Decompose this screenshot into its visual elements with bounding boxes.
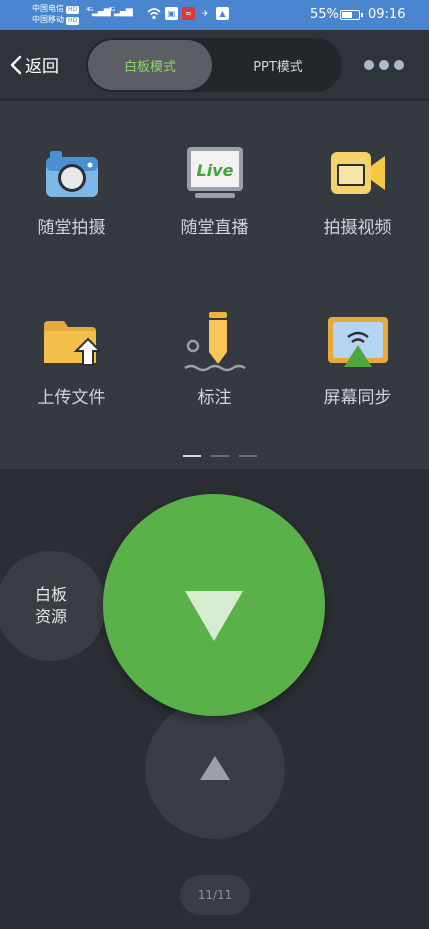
back-button[interactable]: 返回 [10, 52, 59, 77]
signal-icon: ⁴ᴳ▂▄▆ [86, 7, 111, 17]
tool-panel: 随堂拍摄 Live 随堂直播 拍摄视频 上传文件 标注 屏幕同步 [0, 101, 429, 469]
tool-label: 随堂直播 [180, 218, 249, 238]
live-text: Live [196, 161, 233, 180]
tool-label: 屏幕同步 [323, 388, 392, 408]
wifi-icon [147, 8, 161, 20]
battery-icon [340, 10, 363, 20]
resource-label-line2: 资源 [34, 607, 67, 626]
tool-capture-photo[interactable]: 随堂拍摄 [0, 143, 143, 238]
battery-level [342, 12, 352, 18]
pen-annotate-icon [180, 312, 250, 373]
app-notification-icon: ▣ [165, 7, 178, 20]
resource-label-line1: 白板 [34, 585, 67, 604]
screen-cast-icon [323, 313, 393, 373]
more-options-button[interactable] [364, 60, 404, 70]
triangle-up-icon [200, 756, 230, 780]
tool-label: 拍摄视频 [323, 218, 392, 238]
top-bar: 返回 白板模式 PPT模式 [0, 30, 429, 100]
hd-badge: HD [66, 17, 80, 25]
carrier-info: 中国电信 HD 中国移动 HD [32, 3, 80, 25]
carrier-1: 中国电信 [32, 4, 64, 13]
tool-label: 上传文件 [37, 388, 106, 408]
app-notification-icon: ✈ [202, 9, 209, 18]
triangle-down-icon [185, 591, 243, 641]
page-dot [239, 455, 257, 457]
status-bar: 中国电信 HD 中国移动 HD ⁴ᴳ▂▄▆ ⁴ᴳ▂▄▆ ▣ ≈ ✈ ▲ 55% 09… [0, 0, 429, 30]
carrier-2: 中国移动 [32, 15, 64, 24]
tool-screen-sync[interactable]: 屏幕同步 [286, 313, 429, 408]
camera-icon [37, 143, 107, 203]
more-dot-icon [379, 60, 389, 70]
tool-live-broadcast[interactable]: Live 随堂直播 [143, 143, 286, 238]
battery-percent: 55% [310, 7, 339, 22]
tool-upload-file[interactable]: 上传文件 [0, 313, 143, 408]
clock: 09:16 [368, 7, 406, 22]
app-notification-icon: ▲ [216, 7, 229, 20]
more-dot-icon [394, 60, 404, 70]
page-dot [211, 455, 229, 457]
more-dot-icon [364, 60, 374, 70]
tool-annotate[interactable]: 标注 [143, 312, 286, 408]
tool-record-video[interactable]: 拍摄视频 [286, 143, 429, 238]
remote-control-area: 白板 资源 11/11 [0, 469, 429, 929]
tool-label: 标注 [197, 388, 232, 408]
tab-whiteboard-mode[interactable]: 白板模式 [88, 40, 212, 90]
tab-ppt-mode[interactable]: PPT模式 [216, 40, 340, 90]
page-dot [183, 455, 201, 457]
notification-icons: ▣ ≈ ✈ ▲ [147, 7, 229, 20]
video-camera-icon [323, 143, 393, 203]
previous-page-button[interactable] [145, 699, 285, 839]
live-tv-icon: Live [180, 143, 250, 203]
upload-folder-icon [37, 313, 107, 373]
whiteboard-resources-button[interactable]: 白板 资源 [0, 551, 106, 661]
back-label: 返回 [25, 57, 59, 77]
signal-icon: ⁴ᴳ▂▄▆ [108, 7, 133, 17]
hd-badge: HD [66, 6, 80, 14]
next-page-button[interactable] [103, 494, 325, 716]
tool-label: 随堂拍摄 [37, 218, 106, 238]
page-indicator [183, 455, 257, 457]
chevron-left-icon [10, 55, 22, 74]
mode-toggle: 白板模式 PPT模式 [86, 38, 342, 92]
app-notification-icon: ≈ [182, 7, 195, 20]
page-counter: 11/11 [180, 875, 250, 915]
